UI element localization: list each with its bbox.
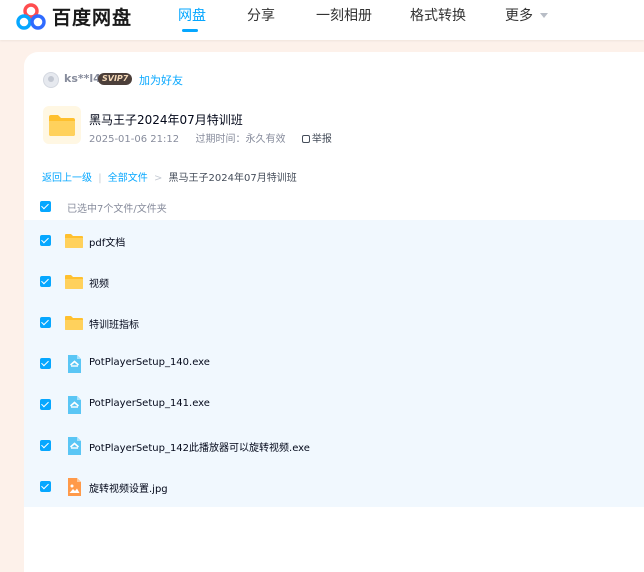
file-name[interactable]: PotPlayerSetup_142此播放器可以旋转视频.exe: [89, 439, 310, 454]
sharer-username[interactable]: ks**l4: [64, 72, 101, 85]
folder-icon: [65, 234, 83, 248]
file-name[interactable]: 视频: [89, 275, 109, 290]
breadcrumb-all-files-link[interactable]: 全部文件: [108, 173, 148, 184]
file-checkbox[interactable]: [40, 235, 51, 246]
folder-icon: [65, 275, 83, 289]
file-name[interactable]: 特训班指标: [89, 316, 139, 331]
svip-badge: SVIP7: [98, 73, 133, 85]
share-expiry: 过期时间：永久有效: [195, 134, 286, 145]
file-checkbox[interactable]: [40, 358, 51, 369]
list-item[interactable]: pdf文档: [24, 220, 644, 261]
chevron-down-icon[interactable]: [540, 13, 548, 19]
file-checkbox[interactable]: [40, 399, 51, 410]
breadcrumb-back-link[interactable]: 返回上一级: [42, 173, 92, 184]
share-title: 黑马王子2024年07月特训班: [89, 113, 243, 127]
breadcrumb-arrow: >: [153, 173, 163, 184]
file-name[interactable]: PotPlayerSetup_140.exe: [89, 357, 210, 368]
folder-icon: [65, 316, 83, 330]
list-item[interactable]: PotPlayerSetup_140.exe: [24, 343, 644, 384]
list-item[interactable]: PotPlayerSetup_141.exe: [24, 384, 644, 425]
list-item[interactable]: 视频: [24, 261, 644, 302]
list-item[interactable]: 旋转视频设置.jpg: [24, 466, 644, 507]
avatar[interactable]: [43, 72, 59, 88]
file-name[interactable]: pdf文档: [89, 234, 125, 249]
report-icon: [301, 135, 310, 143]
nav-tab-share[interactable]: 分享: [247, 5, 275, 25]
exe-file-icon: [68, 396, 81, 414]
baidu-netdisk-logo-icon[interactable]: [16, 3, 46, 31]
file-name[interactable]: 旋转视频设置.jpg: [89, 480, 168, 495]
file-checkbox[interactable]: [40, 317, 51, 328]
share-folder-thumbnail: [43, 106, 81, 144]
breadcrumb: 返回上一级 | 全部文件 > 黑马王子2024年07月特训班: [42, 169, 297, 184]
list-item[interactable]: PotPlayerSetup_142此播放器可以旋转视频.exe: [24, 425, 644, 466]
add-friend-link[interactable]: 加为好友: [139, 72, 183, 88]
file-list: pdf文档 视频 特训班指标 PotPlayerSetup_140.exe Po…: [24, 220, 644, 507]
file-checkbox[interactable]: [40, 276, 51, 287]
breadcrumb-current: 黑马王子2024年07月特训班: [168, 173, 297, 184]
file-checkbox[interactable]: [40, 481, 51, 492]
exe-file-icon: [68, 355, 81, 373]
report-label: 举报: [311, 134, 332, 145]
report-button[interactable]: 举报: [301, 134, 332, 145]
nav-tab-netdisk[interactable]: 网盘: [178, 5, 206, 25]
brand-name[interactable]: 百度网盘: [52, 3, 132, 30]
nav-tab-more[interactable]: 更多: [505, 5, 533, 25]
select-all-row: 已选中7个文件/文件夹: [40, 200, 644, 215]
folder-icon: [49, 115, 75, 136]
nav-tab-album[interactable]: 一刻相册: [316, 5, 372, 25]
select-all-checkbox[interactable]: [40, 201, 51, 212]
share-date: 2025-01-06 21:12: [89, 134, 180, 145]
exe-file-icon: [68, 437, 81, 455]
nav-tab-convert[interactable]: 格式转换: [410, 5, 466, 25]
share-meta: 2025-01-06 21:12 过期时间：永久有效 举报: [89, 130, 332, 145]
selection-count-label: 已选中7个文件/文件夹: [67, 204, 167, 215]
active-tab-underline: [182, 29, 198, 32]
top-nav-bar: 百度网盘 网盘 分享 一刻相册 格式转换 更多: [0, 0, 644, 40]
image-file-icon: [68, 478, 81, 496]
breadcrumb-separator: |: [98, 173, 102, 184]
list-item[interactable]: 特训班指标: [24, 302, 644, 343]
file-name[interactable]: PotPlayerSetup_141.exe: [89, 398, 210, 409]
file-checkbox[interactable]: [40, 440, 51, 451]
